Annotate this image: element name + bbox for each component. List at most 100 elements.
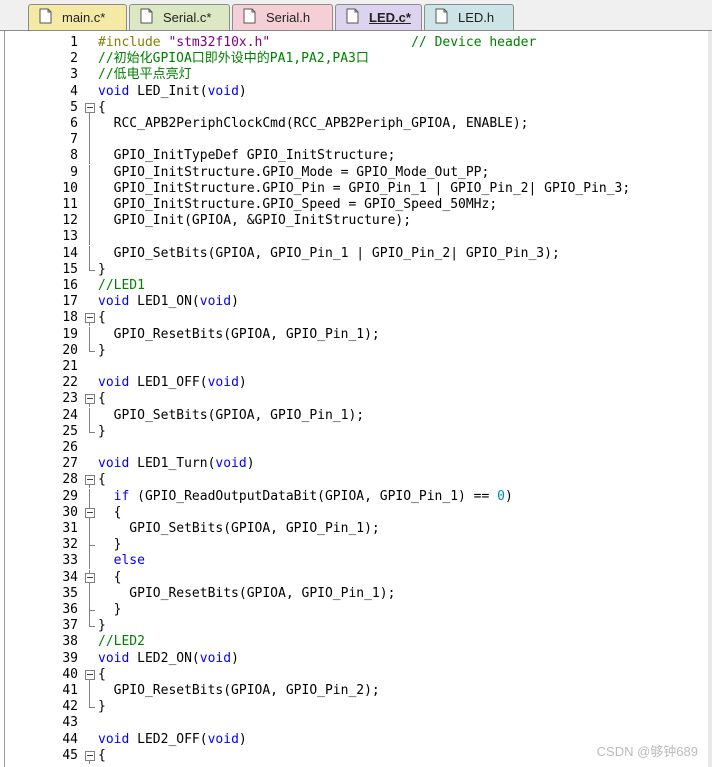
code-line[interactable]: 33 else — [5, 553, 705, 570]
line-number: 43 — [62, 715, 78, 731]
code-text: void LED2_ON(void) — [98, 650, 239, 666]
line-number: 13 — [62, 229, 78, 245]
code-line[interactable]: 16 //LED1 — [5, 278, 705, 294]
fold-guide-line — [83, 132, 97, 149]
line-number: 9 — [70, 164, 78, 180]
code-line[interactable]: 20} — [5, 342, 705, 359]
tab-main-c-[interactable]: main.c* — [28, 4, 127, 30]
code-line[interactable]: 41 GPIO_ResetBits(GPIOA, GPIO_Pin_2); — [5, 683, 705, 699]
code-text: } — [98, 602, 122, 617]
code-text: GPIO_ResetBits(GPIOA, GPIO_Pin_2); — [98, 683, 380, 698]
code-text: GPIO_InitTypeDef GPIO_InitStructure; — [98, 148, 396, 164]
file-tab-bar: main.c* Serial.c* Serial.h LED.c* LED.h — [0, 0, 712, 31]
code-line[interactable]: 5{ — [5, 100, 705, 116]
code-line[interactable]: 36 } — [5, 602, 705, 618]
code-line[interactable]: 1 #include "stm32f10x.h" // Device header — [5, 35, 705, 51]
code-text: GPIO_ResetBits(GPIOA, GPIO_Pin_1); — [98, 585, 396, 601]
code-line[interactable]: 11 GPIO_InitStructure.GPIO_Speed = GPIO_… — [5, 197, 705, 213]
code-text: } — [98, 423, 106, 439]
line-number: 17 — [62, 294, 78, 310]
code-line[interactable]: 32 } — [5, 537, 705, 554]
code-line[interactable]: 2 //初始化GPIOA口即外设中的PA1,PA2,PA3口 — [5, 51, 705, 67]
fold-guide-line — [83, 407, 97, 424]
fold-collapse-icon[interactable] — [83, 667, 97, 683]
code-line[interactable]: 12 GPIO_Init(GPIOA, &GPIO_InitStructure)… — [5, 213, 705, 230]
code-line[interactable]: 22 void LED1_OFF(void) — [5, 375, 705, 391]
code-text: { — [98, 99, 106, 115]
fold-end-marker — [83, 699, 97, 715]
tab-serial-c-[interactable]: Serial.c* — [129, 4, 230, 30]
code-line[interactable]: 10 GPIO_InitStructure.GPIO_Pin = GPIO_Pi… — [5, 180, 705, 197]
code-text: { — [98, 569, 122, 585]
line-number: 28 — [62, 472, 78, 488]
line-number: 5 — [70, 99, 78, 115]
tab-label: Serial.c* — [163, 10, 212, 25]
code-line[interactable]: 14 GPIO_SetBits(GPIOA, GPIO_Pin_1 | GPIO… — [5, 245, 705, 262]
fold-collapse-icon[interactable] — [83, 569, 97, 586]
code-line[interactable]: 9 GPIO_InitStructure.GPIO_Mode = GPIO_Mo… — [5, 164, 705, 181]
tab-led-c-[interactable]: LED.c* — [335, 4, 422, 30]
code-text: GPIO_ResetBits(GPIOA, GPIO_Pin_1); — [98, 326, 380, 342]
tab-label: LED.c* — [369, 10, 411, 25]
fold-guide-line — [83, 197, 97, 213]
code-line[interactable]: 19 GPIO_ResetBits(GPIOA, GPIO_Pin_1); — [5, 326, 705, 343]
fold-collapse-icon[interactable] — [83, 472, 97, 489]
code-line[interactable]: 29 if (GPIO_ReadOutputDataBit(GPIOA, GPI… — [5, 488, 705, 505]
code-text: { — [98, 504, 122, 520]
code-line[interactable]: 37} — [5, 618, 705, 634]
code-line[interactable]: 30 { — [5, 504, 705, 521]
code-line[interactable]: 42} — [5, 699, 705, 715]
line-number: 15 — [62, 261, 78, 277]
code-line[interactable]: 13 — [5, 229, 705, 246]
fold-collapse-icon[interactable] — [83, 504, 97, 521]
fold-guide-line — [83, 521, 97, 537]
code-text: else — [113, 553, 145, 569]
code-line[interactable]: 40 { — [5, 667, 705, 683]
code-text: void LED_Init(void) — [98, 83, 247, 99]
fold-collapse-icon[interactable] — [83, 310, 97, 327]
code-line[interactable]: 35 GPIO_ResetBits(GPIOA, GPIO_Pin_1); — [5, 585, 705, 602]
code-line[interactable]: 38 //LED2 — [5, 634, 705, 650]
code-line[interactable]: 21 — [5, 359, 705, 375]
code-line[interactable]: 23 { — [5, 391, 705, 408]
code-line[interactable]: 15} — [5, 261, 705, 278]
fold-end-marker — [83, 618, 97, 634]
code-line[interactable]: 8 GPIO_InitTypeDef GPIO_InitStructure; — [5, 148, 705, 165]
c-file-icon — [39, 8, 52, 24]
code-line[interactable]: 26 — [5, 440, 705, 456]
code-line[interactable]: 31 GPIO_SetBits(GPIOA, GPIO_Pin_1); — [5, 521, 705, 537]
code-line[interactable]: 7 — [5, 132, 705, 149]
code-line[interactable]: 28 { — [5, 472, 705, 489]
vertical-scrollbar[interactable] — [708, 31, 712, 767]
code-line[interactable]: 25} — [5, 423, 705, 440]
code-text: GPIO_Init(GPIOA, &GPIO_InitStructure); — [98, 213, 412, 229]
code-line[interactable]: 18 { — [5, 310, 705, 327]
line-number: 20 — [62, 342, 78, 358]
code-line[interactable]: 3 //低电平点亮灯 — [5, 67, 705, 83]
code-text: void LED1_OFF(void) — [98, 375, 247, 391]
code-line[interactable]: 39 void LED2_ON(void) — [5, 651, 705, 667]
code-line[interactable]: 6 RCC_APB2PeriphClockCmd(RCC_APB2Periph_… — [5, 116, 705, 132]
code-line[interactable]: 4 void LED_Init(void) — [5, 84, 705, 100]
fold-collapse-icon[interactable] — [83, 391, 97, 408]
fold-collapse-icon[interactable] — [83, 100, 97, 116]
code-line[interactable]: 27 void LED1_Turn(void) — [5, 456, 705, 472]
code-line[interactable]: 34 { — [5, 569, 705, 586]
code-line[interactable]: 43 — [5, 715, 705, 731]
fold-collapse-icon[interactable] — [83, 748, 97, 764]
tab-led-h[interactable]: LED.h — [424, 4, 514, 30]
fold-guide-line — [83, 553, 97, 570]
line-number: 23 — [62, 391, 78, 407]
code-editor[interactable]: 1 #include "stm32f10x.h" // Device header… — [4, 31, 712, 767]
line-number: 4 — [70, 83, 78, 99]
tab-serial-h[interactable]: Serial.h — [232, 4, 333, 30]
code-text: } — [98, 699, 106, 715]
line-number: 16 — [62, 278, 78, 293]
code-line[interactable]: 17 void LED1_ON(void) — [5, 294, 705, 310]
fold-guide-line — [83, 164, 97, 181]
line-number: 6 — [70, 116, 78, 131]
c-file-icon — [346, 8, 359, 24]
line-number: 18 — [62, 310, 78, 326]
line-number: 1 — [70, 35, 78, 50]
code-line[interactable]: 24 GPIO_SetBits(GPIOA, GPIO_Pin_1); — [5, 407, 705, 424]
